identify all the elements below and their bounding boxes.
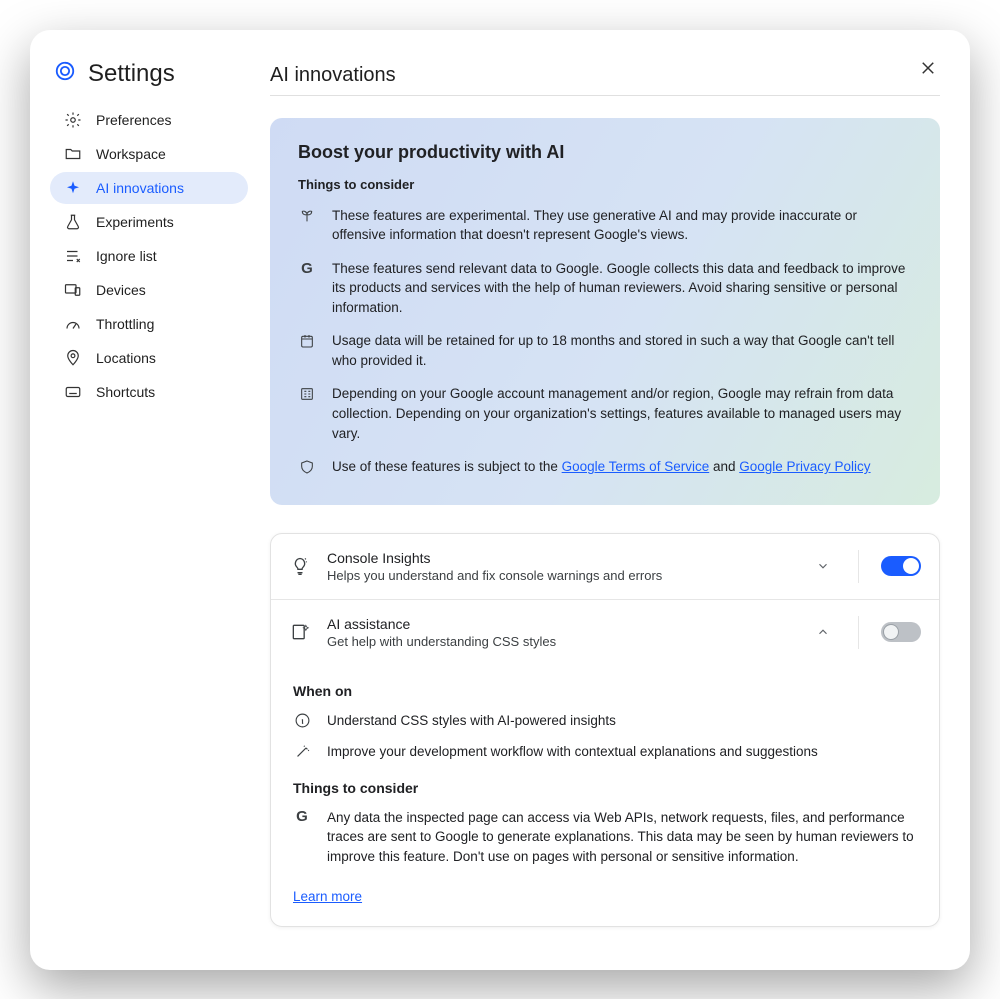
banner-item-google-data: G These features send relevant data to G… (298, 259, 912, 318)
divider (858, 550, 859, 583)
sidebar-item-locations[interactable]: Locations (50, 342, 248, 374)
privacy-link[interactable]: Google Privacy Policy (739, 459, 870, 474)
sidebar-item-label: AI innovations (96, 180, 184, 196)
sidebar-item-label: Workspace (96, 146, 166, 162)
banner-item-text: Depending on your Google account managem… (332, 384, 912, 443)
pin-icon (64, 349, 82, 367)
devices-icon (64, 281, 82, 299)
folder-icon (64, 145, 82, 163)
when-on-text: Understand CSS styles with AI-powered in… (327, 711, 616, 731)
flask-icon (64, 213, 82, 231)
google-icon: G (298, 259, 316, 318)
sidebar: Settings Preferences Workspace AI innova… (30, 50, 260, 970)
toggle-console-insights[interactable] (881, 556, 921, 576)
divider (270, 95, 940, 96)
banner-item-text: These features are experimental. They us… (332, 206, 912, 245)
shield-icon (298, 457, 316, 477)
bulb-icon (289, 556, 311, 576)
banner-subtitle: Things to consider (298, 177, 912, 192)
feature-console-insights: Console Insights Helps you understand an… (271, 534, 939, 599)
banner-item-retention: Usage data will be retained for up to 18… (298, 331, 912, 370)
banner-item-text: Use of these features is subject to the … (332, 457, 871, 477)
gear-icon (64, 111, 82, 129)
main-content: AI innovations Boost your productivity w… (260, 50, 970, 970)
divider (858, 616, 859, 649)
wand-icon (293, 742, 311, 760)
app-logo-icon (54, 60, 76, 87)
feature-ai-assistance-details: When on Understand CSS styles with AI-po… (271, 683, 939, 926)
banner-item-legal: Use of these features is subject to the … (298, 457, 912, 477)
consider-heading: Things to consider (293, 780, 917, 796)
when-on-item: Improve your development workflow with c… (293, 742, 917, 762)
sidebar-item-ignore-list[interactable]: Ignore list (50, 240, 248, 272)
seedling-icon (298, 206, 316, 245)
info-banner: Boost your productivity with AI Things t… (270, 118, 940, 505)
banner-item-text: Usage data will be retained for up to 18… (332, 331, 912, 370)
sidebar-item-label: Preferences (96, 112, 171, 128)
feature-subtitle: Helps you understand and fix console war… (327, 568, 794, 583)
banner-item-region: Depending on your Google account managem… (298, 384, 912, 443)
settings-window: Settings Preferences Workspace AI innova… (30, 30, 970, 970)
sidebar-item-experiments[interactable]: Experiments (50, 206, 248, 238)
when-on-item: Understand CSS styles with AI-powered in… (293, 711, 917, 731)
learn-more-link[interactable]: Learn more (293, 889, 362, 904)
banner-item-experimental: These features are experimental. They us… (298, 206, 912, 245)
panel-sparkle-icon (289, 622, 311, 642)
banner-title: Boost your productivity with AI (298, 142, 912, 163)
info-icon (293, 711, 311, 729)
page-title: AI innovations (270, 64, 940, 87)
sidebar-item-label: Throttling (96, 316, 154, 332)
when-on-heading: When on (293, 683, 917, 699)
toggle-ai-assistance[interactable] (881, 622, 921, 642)
sidebar-item-label: Shortcuts (96, 384, 155, 400)
feature-ai-assistance: AI assistance Get help with understandin… (271, 600, 939, 665)
chevron-down-icon[interactable] (810, 559, 836, 573)
app-title: Settings (88, 60, 175, 88)
gauge-icon (64, 315, 82, 333)
sparkle-icon (64, 179, 82, 197)
feature-title: Console Insights (327, 550, 794, 566)
feature-subtitle: Get help with understanding CSS styles (327, 634, 794, 649)
sidebar-item-throttling[interactable]: Throttling (50, 308, 248, 340)
sidebar-item-devices[interactable]: Devices (50, 274, 248, 306)
sidebar-item-shortcuts[interactable]: Shortcuts (50, 376, 248, 408)
when-on-text: Improve your development workflow with c… (327, 742, 818, 762)
sidebar-item-label: Ignore list (96, 248, 157, 264)
org-icon (298, 384, 316, 443)
close-button[interactable] (914, 54, 942, 82)
list-x-icon (64, 247, 82, 265)
terms-link[interactable]: Google Terms of Service (562, 459, 710, 474)
sidebar-item-label: Experiments (96, 214, 174, 230)
sidebar-header: Settings (50, 60, 248, 88)
sidebar-item-label: Locations (96, 350, 156, 366)
sidebar-item-preferences[interactable]: Preferences (50, 104, 248, 136)
sidebar-item-label: Devices (96, 282, 146, 298)
consider-item: G Any data the inspected page can access… (293, 808, 917, 867)
feature-title: AI assistance (327, 616, 794, 632)
sidebar-item-workspace[interactable]: Workspace (50, 138, 248, 170)
keyboard-icon (64, 383, 82, 401)
features-card: Console Insights Helps you understand an… (270, 533, 940, 927)
chevron-up-icon[interactable] (810, 625, 836, 639)
google-icon: G (293, 808, 311, 824)
banner-item-text: These features send relevant data to Goo… (332, 259, 912, 318)
sidebar-item-ai-innovations[interactable]: AI innovations (50, 172, 248, 204)
calendar-icon (298, 331, 316, 370)
consider-text: Any data the inspected page can access v… (327, 808, 917, 867)
